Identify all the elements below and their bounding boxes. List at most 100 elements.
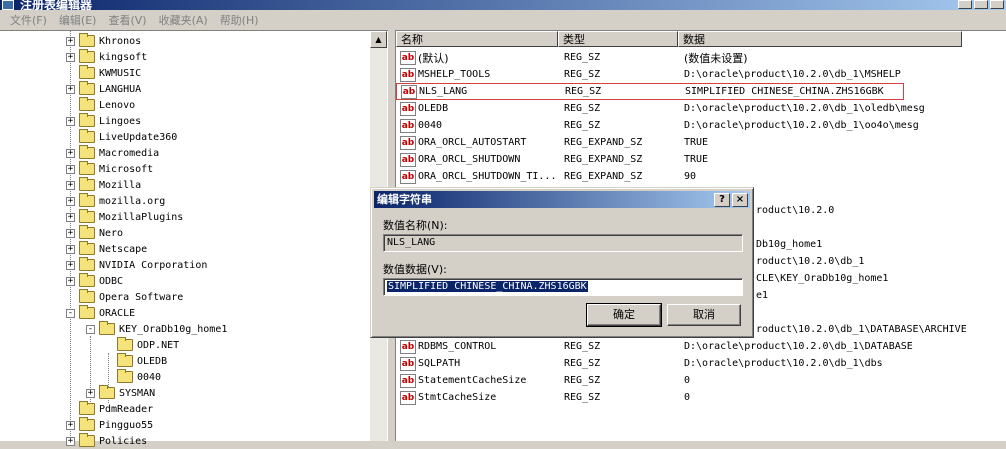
value-type: REG_SZ [564,392,601,403]
tree-node[interactable]: PdmReader [66,401,153,417]
menu-help[interactable]: 帮助(H) [214,12,265,28]
expand-icon[interactable]: + [66,228,75,238]
dialog-help-button[interactable]: ? [714,193,730,207]
tree-node[interactable]: + kingsoft [66,49,147,65]
list-item[interactable]: ab MSHELP_TOOLS REG_SZ D:\oracle\product\10… [396,66,996,83]
ok-button[interactable]: 确定 [586,303,662,327]
list-item[interactable]: ab 0040 REG_SZ D:\oracle\product\10.2.0\db_… [396,117,996,134]
value-data-input[interactable]: SIMPLIFIED CHINESE_CHINA.ZHS16GBK [383,278,743,296]
expand-icon[interactable]: + [66,148,75,158]
tree-node[interactable]: + SYSMAN [86,385,155,401]
tree-node[interactable]: + NVIDIA Corporation [66,257,207,273]
menu-bar: 文件(F) 编辑(E) 查看(V) 收藏夹(A) 帮助(H) [0,10,1006,30]
expand-icon[interactable]: + [86,388,95,398]
dialog-close-button[interactable]: × [732,193,748,207]
expand-icon[interactable]: + [66,436,75,446]
maximize-button[interactable] [974,0,988,9]
menu-file[interactable]: 文件(F) [4,12,53,28]
expand-icon[interactable]: + [66,420,75,430]
minimize-button[interactable] [958,0,972,9]
value-type: REG_EXPAND_SZ [564,137,643,148]
string-value-icon: ab [400,152,416,167]
column-header-data[interactable]: 数据 [678,31,962,47]
expand-icon[interactable]: + [66,276,75,286]
tree-node[interactable]: + Lingoes [66,113,141,129]
tree-node[interactable]: Opera Software [66,289,183,305]
expand-icon[interactable]: + [66,164,75,174]
expand-icon[interactable]: + [66,196,75,206]
cancel-button[interactable]: 取消 [667,304,741,326]
folder-icon [99,385,115,399]
tree-node-label: Pingguo55 [99,419,154,431]
tree-node-label: LiveUpdate360 [99,131,178,143]
expand-icon[interactable]: + [66,84,75,94]
list-item[interactable]: ab SQLPATH REG_SZ D:\oracle\product\10.2.0\… [396,355,996,372]
list-item[interactable]: ab StmtCacheSize REG_SZ 0 [396,389,996,406]
tree-node[interactable]: ODP.NET [104,337,179,353]
tree-node[interactable]: KWMUSIC [66,65,141,81]
collapse-icon[interactable]: - [66,308,75,318]
value-data: D:\oracle\product\10.2.0\db_1\oledb\mesg [684,103,925,114]
menu-edit[interactable]: 编辑(E) [53,12,103,28]
tree-node[interactable]: + Khronos [66,33,141,49]
folder-icon [79,401,95,415]
tree-node[interactable]: + ODBC [66,273,123,289]
list-item[interactable]: ab NLS_LANG REG_SZ SIMPLIFIED CHINESE_CHINA… [396,83,904,100]
tree-node[interactable]: + Mozilla [66,177,141,193]
tree-node[interactable]: LiveUpdate360 [66,129,177,145]
tree-node[interactable]: + MozillaPlugins [66,209,183,225]
tree-node[interactable]: + Pingguo55 [66,417,153,433]
list-item[interactable]: ab (默认) REG_SZ (数值未设置) [396,49,996,66]
list-item[interactable]: ab ORA_ORCL_SHUTDOWN_TI... REG_EXPAND_SZ 90 [396,168,996,185]
menu-view[interactable]: 查看(V) [102,12,152,28]
tree-node[interactable]: + Microsoft [66,161,153,177]
tree-node[interactable]: + mozilla.org [66,193,165,209]
value-type: REG_SZ [564,375,601,386]
expand-icon[interactable]: + [66,260,75,270]
tree-node[interactable]: + Netscape [66,241,147,257]
tree-node[interactable]: + LANGHUA [66,81,141,97]
string-value-icon: ab [400,169,416,184]
tree-node[interactable]: + Macromedia [66,145,159,161]
list-item[interactable]: ab RDBMS_CONTROL REG_SZ D:\oracle\product\1… [396,338,996,355]
folder-icon [79,241,95,255]
scroll-up-arrow-icon[interactable]: ▲ [370,31,387,48]
expand-icon[interactable]: + [66,244,75,254]
value-data: roduct\10.2.0\db_1\DATABASE\ARCHIVE [756,324,967,335]
menu-favorites[interactable]: 收藏夹(A) [153,12,214,28]
tree-node-label: PdmReader [99,403,154,415]
list-item[interactable]: ab OLEDB REG_SZ D:\oracle\product\10.2.0\db… [396,100,996,117]
tree-node[interactable]: 0040 [104,369,161,385]
list-item[interactable]: ab ORA_ORCL_SHUTDOWN REG_EXPAND_SZ TRUE [396,151,996,168]
value-data: roduct\10.2.0 [756,205,835,216]
value-name-cell: ab RDBMS_CONTROL [400,339,496,354]
tree-node[interactable]: - KEY_OraDb10g_home1 [86,321,227,337]
tree-node[interactable]: Lenovo [66,97,135,113]
collapse-icon[interactable]: - [86,324,95,334]
value-name-field: NLS_LANG [383,234,743,252]
expand-icon[interactable]: + [66,52,75,62]
expand-icon[interactable]: + [66,36,75,46]
registry-tree[interactable]: + Khronos + kingsoft KWMUSIC + LANGHUA Lenovo + L… [0,30,388,447]
tree-node-label: kingsoft [99,51,148,63]
value-name-cell: ab (默认) [400,50,449,66]
folder-icon [79,129,95,143]
column-header-name[interactable]: 名称 [396,31,558,47]
expand-icon[interactable]: + [66,212,75,222]
column-header-type[interactable]: 类型 [558,31,678,47]
value-data: 0 [684,375,691,386]
tree-node[interactable]: - ORACLE [66,305,135,321]
value-name-cell: ab 0040 [400,118,442,133]
close-window-button[interactable] [990,0,1004,9]
tree-node[interactable]: + Nero [66,225,123,241]
expand-icon[interactable]: + [66,180,75,190]
tree-node[interactable]: + Policies [66,433,147,449]
tree-node[interactable]: OLEDB [104,353,167,369]
list-item[interactable]: ab StatementCacheSize REG_SZ 0 [396,372,996,389]
expand-icon[interactable]: + [66,116,75,126]
string-value-icon: ab [400,135,416,150]
value-type: REG_SZ [564,103,601,114]
list-item[interactable]: ab ORA_ORCL_AUTOSTART REG_EXPAND_SZ TRUE [396,134,996,151]
value-name-cell: ab StmtCacheSize [400,390,496,405]
value-data: roduct\10.2.0\db_1 [756,256,865,267]
